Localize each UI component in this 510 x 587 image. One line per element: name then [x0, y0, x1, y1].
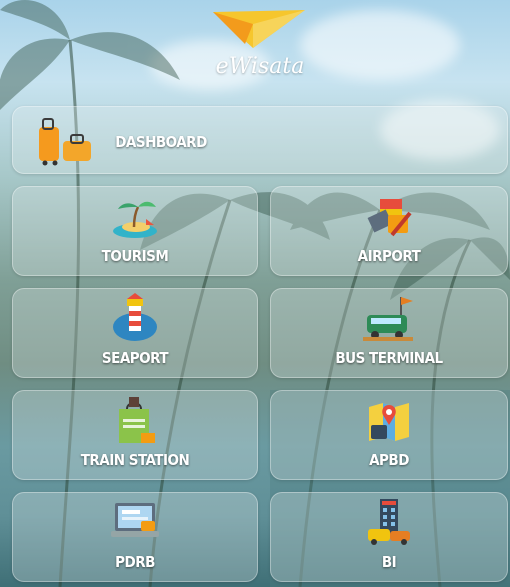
- airport-icon: [367, 199, 412, 237]
- pdrb-button[interactable]: PDRB: [12, 492, 258, 582]
- laptop-icon: [111, 503, 159, 537]
- airport-button[interactable]: AIRPORT: [270, 186, 508, 276]
- tourism-label: TOURISM: [101, 247, 169, 265]
- bus-terminal-label: BUS TERMINAL: [335, 349, 443, 367]
- island-icon: [113, 201, 157, 238]
- train-station-button[interactable]: TRAIN STATION: [12, 390, 258, 480]
- bi-label: BI: [381, 553, 397, 571]
- app-screen: eWisata DASHBOARD TOURISM AIRPORT SEAPOR…: [0, 0, 510, 587]
- dashboard-button[interactable]: DASHBOARD: [12, 106, 508, 174]
- dashboard-label: DASHBOARD: [115, 133, 207, 151]
- pdrb-label: PDRB: [115, 553, 155, 571]
- bi-button[interactable]: BI: [270, 492, 508, 582]
- duty-free-bag-icon: [119, 397, 155, 443]
- seaport-button[interactable]: SEAPORT: [12, 288, 258, 378]
- tourism-button[interactable]: TOURISM: [12, 186, 258, 276]
- app-title: eWisata: [215, 54, 305, 79]
- paper-plane-logo-icon: [213, 10, 305, 48]
- bank-building-icon: [368, 499, 410, 545]
- apbd-button[interactable]: APBD: [270, 390, 508, 480]
- map-wallet-icon: [369, 403, 409, 441]
- apbd-label: APBD: [369, 451, 409, 469]
- bus-terminal-button[interactable]: BUS TERMINAL: [270, 288, 508, 378]
- train-station-label: TRAIN STATION: [80, 451, 190, 469]
- app-logo: eWisata: [205, 4, 315, 80]
- seaport-label: SEAPORT: [101, 349, 169, 367]
- airport-label: AIRPORT: [357, 247, 421, 265]
- bus-icon: [363, 297, 413, 341]
- lighthouse-icon: [113, 293, 157, 341]
